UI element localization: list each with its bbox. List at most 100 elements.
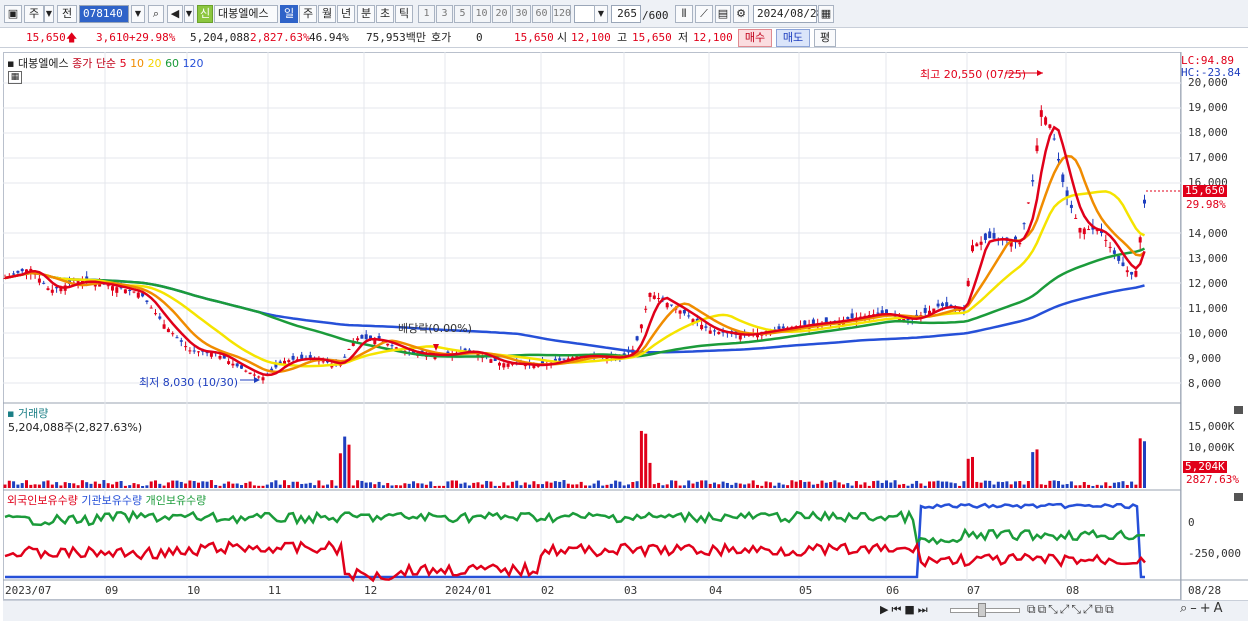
volume-bar bbox=[876, 480, 880, 488]
volume-bar bbox=[102, 480, 106, 488]
volume-bar bbox=[906, 485, 910, 488]
volume-bar bbox=[988, 480, 992, 488]
hold-y-tick: 0 bbox=[1188, 516, 1195, 529]
candle-body bbox=[235, 363, 239, 367]
candle-body bbox=[166, 328, 170, 333]
candle-body bbox=[291, 355, 295, 360]
volume-bar bbox=[424, 484, 428, 488]
candle-body bbox=[227, 361, 231, 364]
candle-body bbox=[717, 331, 721, 335]
volume-bar bbox=[98, 483, 102, 488]
legend-ma5: 5 bbox=[119, 57, 127, 70]
volume-bar bbox=[37, 484, 41, 488]
volume-bar bbox=[1057, 481, 1060, 488]
volume-bar bbox=[356, 480, 360, 488]
x-label: 07 bbox=[967, 584, 981, 597]
volume-bar bbox=[760, 485, 764, 488]
legend-type: 종가 단순 bbox=[72, 57, 117, 70]
moving-average-line bbox=[4, 247, 1146, 358]
volume-bar bbox=[205, 481, 209, 488]
candle-body bbox=[184, 346, 188, 348]
panel-close-icon[interactable] bbox=[1234, 493, 1243, 501]
candle-body bbox=[1134, 270, 1138, 277]
volume-bar bbox=[1138, 438, 1142, 488]
volume-bar bbox=[360, 480, 364, 488]
volume-bar bbox=[1005, 481, 1009, 488]
y-tick: 20,000 bbox=[1188, 76, 1228, 89]
last-pct-tag: 29.98% bbox=[1186, 198, 1226, 211]
x-label: 05 bbox=[799, 584, 813, 597]
volume-bar bbox=[893, 480, 897, 488]
candle-body bbox=[347, 349, 351, 350]
volume-bar bbox=[240, 485, 243, 488]
scroll-controls[interactable]: ▶⏮■⏭ bbox=[880, 603, 931, 617]
volume-bar bbox=[958, 485, 962, 488]
grid-toggle-icon[interactable]: ▦ bbox=[8, 71, 22, 84]
x-label: 08/28 bbox=[1188, 584, 1222, 597]
candle-body bbox=[1143, 199, 1146, 204]
candle-body bbox=[811, 319, 815, 324]
candle-body bbox=[1130, 271, 1134, 275]
volume-bar bbox=[1035, 449, 1039, 488]
candle-body bbox=[394, 347, 398, 349]
candle-body bbox=[1078, 228, 1082, 233]
volume-bar bbox=[338, 453, 342, 488]
volume-bar bbox=[265, 484, 269, 488]
volume-bar bbox=[394, 485, 398, 488]
candle-body bbox=[489, 359, 493, 363]
chart-tool-icons[interactable]: ⧉⧉⤡⤢⤡⤢⧉⧉ bbox=[1027, 602, 1116, 617]
volume-bar bbox=[863, 482, 867, 488]
candle-body bbox=[111, 286, 114, 291]
volume-bar bbox=[734, 482, 738, 488]
zoom-icons[interactable]: ⌕–+A bbox=[1180, 601, 1226, 616]
candle-body bbox=[145, 300, 149, 302]
zoom-slider-handle[interactable] bbox=[978, 603, 986, 617]
candle-body bbox=[992, 233, 996, 239]
volume-bar bbox=[154, 480, 157, 488]
volume-bar bbox=[532, 481, 536, 488]
volume-bar bbox=[420, 483, 424, 488]
volume-bar bbox=[1048, 480, 1052, 488]
volume-bar bbox=[523, 482, 527, 488]
volume-bar bbox=[923, 485, 927, 488]
candle-body bbox=[16, 270, 20, 273]
volume-bar bbox=[1143, 441, 1146, 488]
volume-bar bbox=[1044, 484, 1048, 488]
panel-close-icon[interactable] bbox=[1234, 406, 1243, 414]
volume-bar bbox=[846, 483, 850, 488]
volume-bar bbox=[1069, 481, 1073, 488]
volume-bar bbox=[652, 484, 656, 488]
volume-bar bbox=[553, 481, 557, 488]
volume-bar bbox=[3, 484, 7, 488]
volume-bar bbox=[639, 430, 643, 488]
volume-bar bbox=[76, 485, 80, 488]
moving-average-line bbox=[4, 190, 1146, 368]
volume-bar bbox=[12, 481, 16, 488]
volume-bar bbox=[790, 480, 794, 488]
volume-bar bbox=[618, 481, 622, 488]
volume-bar bbox=[128, 485, 132, 488]
volume-bar bbox=[519, 485, 523, 488]
volume-bar bbox=[571, 484, 575, 488]
candle-body bbox=[704, 326, 708, 328]
volume-bar bbox=[278, 484, 282, 488]
volume-bar bbox=[498, 485, 501, 488]
volume-bar bbox=[1061, 484, 1065, 488]
volume-bar bbox=[132, 483, 136, 488]
legend-ma10: 10 bbox=[130, 57, 145, 70]
candle-body bbox=[1057, 158, 1060, 161]
candle-body bbox=[162, 324, 166, 329]
volume-bar bbox=[510, 481, 514, 488]
candle-body bbox=[923, 308, 927, 313]
volume-bar bbox=[867, 485, 871, 488]
vol-last-pct: 2827.63% bbox=[1186, 473, 1239, 486]
volume-bar bbox=[317, 480, 321, 488]
volume-bar bbox=[1112, 482, 1116, 488]
volume-bar bbox=[695, 481, 699, 488]
volume-bar bbox=[145, 485, 149, 488]
candle-body bbox=[648, 293, 652, 297]
candle-body bbox=[244, 370, 248, 372]
volume-bar bbox=[72, 483, 76, 488]
volume-bar bbox=[730, 484, 734, 488]
volume-bar bbox=[992, 484, 996, 488]
